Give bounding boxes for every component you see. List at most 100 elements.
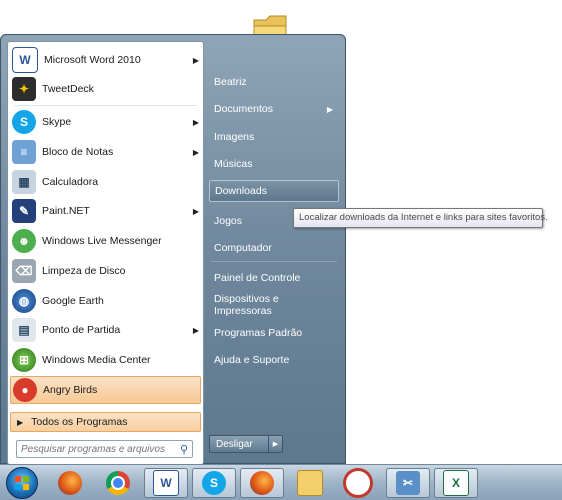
- right-item-label: Ajuda e Suporte: [214, 354, 290, 366]
- taskbar-screen-capture[interactable]: ✂: [386, 468, 430, 498]
- taskbar-firefox[interactable]: [48, 468, 92, 498]
- program-item-skype[interactable]: S Skype ▶: [10, 108, 201, 136]
- program-item-angry-birds[interactable]: ● Angry Birds: [10, 376, 201, 404]
- pinned-separator: [14, 105, 197, 106]
- firefox-icon: [58, 471, 82, 495]
- program-item-paintnet[interactable]: ✎ Paint.NET ▶: [10, 197, 201, 225]
- right-item-user[interactable]: Beatriz: [209, 71, 339, 93]
- submenu-arrow-icon[interactable]: ▶: [191, 207, 201, 216]
- program-item-disk-cleanup[interactable]: ⌫ Limpeza de Disco: [10, 257, 201, 285]
- right-item-label: Programas Padrão: [214, 327, 303, 339]
- start-menu: W Microsoft Word 2010 ▶ ✦ TweetDeck S Sk…: [0, 34, 346, 465]
- submenu-arrow-icon[interactable]: ▶: [191, 56, 201, 65]
- magnifier-icon: [343, 468, 373, 498]
- right-item-help-support[interactable]: Ajuda e Suporte: [209, 349, 339, 371]
- program-item-messenger[interactable]: ☻ Windows Live Messenger: [10, 227, 201, 255]
- program-label: Angry Birds: [43, 384, 98, 396]
- messenger-icon: ☻: [12, 229, 36, 253]
- downloads-tooltip: Localizar downloads da Internet e links …: [293, 208, 548, 228]
- right-item-label: Dispositivos e Impressoras: [214, 293, 279, 317]
- right-item-label: Documentos: [214, 103, 273, 115]
- program-label: Limpeza de Disco: [42, 265, 126, 277]
- submenu-arrow-icon[interactable]: ▶: [191, 326, 201, 335]
- taskbar-magnifier[interactable]: [336, 468, 380, 498]
- notepad-icon: ≡: [12, 140, 36, 164]
- program-item-getting-started[interactable]: ▤ Ponto de Partida ▶: [10, 316, 201, 344]
- submenu-arrow-icon[interactable]: ▶: [191, 118, 201, 127]
- right-item-default-programs[interactable]: Programas Padrão: [209, 322, 339, 344]
- program-label: Ponto de Partida: [42, 324, 121, 336]
- calculator-icon: ▦: [12, 170, 36, 194]
- search-icon[interactable]: ⚲: [176, 443, 192, 456]
- shutdown-options-button[interactable]: ▶: [269, 435, 283, 453]
- windows-logo-icon: [15, 476, 29, 490]
- program-label: Google Earth: [42, 295, 104, 307]
- program-label: Microsoft Word 2010: [44, 54, 141, 66]
- screen-capture-icon: ✂: [396, 471, 420, 495]
- right-item-devices-printers[interactable]: Dispositivos e Impressoras: [209, 293, 339, 317]
- program-label: Windows Media Center: [42, 354, 151, 366]
- program-label: Skype: [42, 116, 72, 128]
- angry-birds-icon: ●: [13, 378, 37, 402]
- tooltip-text: Localizar downloads da Internet e links …: [299, 212, 548, 223]
- right-item-label: Beatriz: [214, 76, 247, 88]
- right-item-label: Imagens: [214, 131, 255, 143]
- expand-arrow-icon: ▶: [17, 417, 24, 427]
- firefox-icon: [250, 471, 274, 495]
- all-programs-button[interactable]: ▶ Todos os Programas: [10, 412, 201, 432]
- shutdown-group: Desligar ▶: [209, 435, 283, 453]
- program-label: Bloco de Notas: [42, 146, 114, 158]
- submenu-arrow-icon[interactable]: ▶: [327, 105, 333, 114]
- tweetdeck-icon: ✦: [12, 77, 36, 101]
- right-item-downloads[interactable]: Downloads: [209, 180, 339, 202]
- media-center-icon: ⊞: [12, 348, 36, 372]
- right-item-label: Jogos: [214, 215, 243, 227]
- program-item-calculator[interactable]: ▦ Calculadora: [10, 168, 201, 196]
- taskbar-chrome[interactable]: [96, 468, 140, 498]
- all-programs-label: Todos os Programas: [31, 416, 128, 428]
- taskbar-firefox-2[interactable]: [240, 468, 284, 498]
- program-label: Paint.NET: [42, 205, 90, 217]
- word-icon: W: [153, 470, 179, 496]
- program-item-google-earth[interactable]: ◍ Google Earth: [10, 287, 201, 315]
- program-item-tweetdeck[interactable]: ✦ TweetDeck: [10, 75, 201, 103]
- program-item-media-center[interactable]: ⊞ Windows Media Center: [10, 346, 201, 374]
- right-item-computer[interactable]: Computador: [209, 237, 339, 259]
- right-item-documents[interactable]: Documentos ▶: [209, 98, 339, 120]
- shutdown-label: Desligar: [216, 438, 253, 450]
- right-item-label: Músicas: [214, 158, 253, 170]
- right-item-pictures[interactable]: Imagens: [209, 126, 339, 148]
- program-item-notepad[interactable]: ≡ Bloco de Notas ▶: [10, 138, 201, 166]
- skype-icon: S: [12, 110, 36, 134]
- shutdown-button[interactable]: Desligar: [209, 435, 269, 453]
- programs-pane: W Microsoft Word 2010 ▶ ✦ TweetDeck S Sk…: [7, 41, 204, 465]
- right-item-music[interactable]: Músicas: [209, 153, 339, 175]
- paintnet-icon: ✎: [12, 199, 36, 223]
- taskbar-explorer[interactable]: [288, 468, 332, 498]
- taskbar-word[interactable]: W: [144, 468, 188, 498]
- program-label: Windows Live Messenger: [42, 235, 162, 247]
- taskbar: W S ✂ X: [0, 464, 562, 500]
- word-icon: W: [12, 47, 38, 73]
- taskbar-excel[interactable]: X: [434, 468, 478, 498]
- explorer-folder-icon: [297, 470, 323, 496]
- program-label: Calculadora: [42, 176, 99, 188]
- taskbar-skype[interactable]: S: [192, 468, 236, 498]
- chrome-icon: [106, 471, 130, 495]
- program-item-word[interactable]: W Microsoft Word 2010 ▶: [10, 46, 201, 74]
- getting-started-icon: ▤: [12, 318, 36, 342]
- program-label: TweetDeck: [42, 83, 94, 95]
- right-pane-separator: [211, 261, 337, 262]
- chevron-right-icon: ▶: [272, 441, 279, 448]
- right-item-label: Computador: [214, 242, 272, 254]
- right-item-control-panel[interactable]: Painel de Controle: [209, 267, 339, 289]
- search-box[interactable]: ⚲: [16, 440, 193, 458]
- right-item-label: Painel de Controle: [214, 272, 301, 284]
- search-input[interactable]: [17, 441, 176, 457]
- disk-cleanup-icon: ⌫: [12, 259, 36, 283]
- excel-icon: X: [443, 470, 469, 496]
- google-earth-icon: ◍: [12, 289, 36, 313]
- right-item-label: Downloads: [215, 185, 267, 197]
- start-orb-icon[interactable]: [6, 467, 38, 499]
- submenu-arrow-icon[interactable]: ▶: [191, 148, 201, 157]
